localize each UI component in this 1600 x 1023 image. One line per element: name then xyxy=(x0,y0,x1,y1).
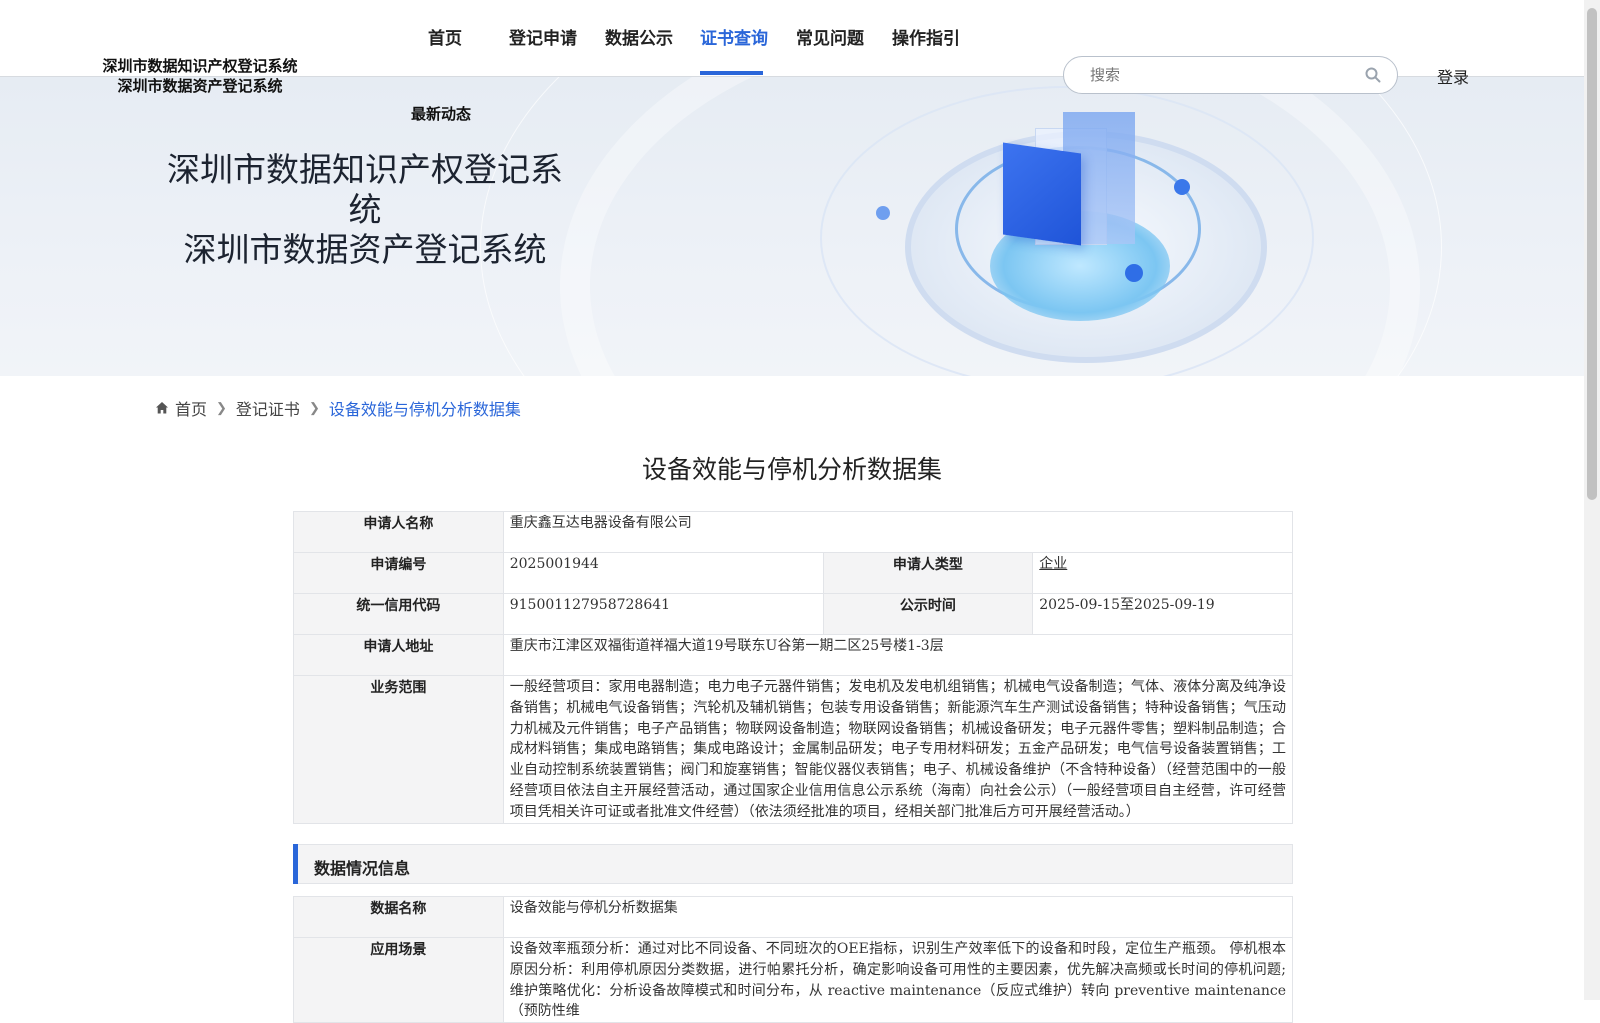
field-label: 应用场景 xyxy=(293,936,504,1023)
nav-data-publicity[interactable]: 数据公示 xyxy=(605,24,673,49)
breadcrumb-home[interactable]: 首页 xyxy=(175,396,207,420)
applicant-type-link[interactable]: 企业 xyxy=(1039,556,1067,572)
table-row: 统一信用代码 915001127958728641 公示时间 2025-09-1… xyxy=(293,593,1293,635)
table-row: 申请编号 2025001944 申请人类型 企业 xyxy=(293,552,1293,594)
nav-apply[interactable]: 登记申请 xyxy=(509,24,577,49)
nav-latest-news[interactable]: 最新动态 xyxy=(411,103,471,124)
applicant-type-value: 企业 xyxy=(1032,552,1293,594)
logo-line-1: 深圳市数据知识产权登记系统 xyxy=(102,57,298,75)
banner-document-front xyxy=(1003,142,1081,246)
nav-faq[interactable]: 常见问题 xyxy=(796,24,864,49)
notice-period-value: 2025-09-15至2025-09-19 xyxy=(1032,593,1293,635)
banner-title: 深圳市数据知识产权登记系统 深圳市数据资产登记系统 xyxy=(155,150,575,270)
search-input[interactable] xyxy=(1088,65,1352,85)
hero-banner: 深圳市数据知识产权登记系统 深圳市数据资产登记系统 xyxy=(0,76,1584,376)
login-link[interactable]: 登录 xyxy=(1437,64,1469,88)
scrollbar-thumb[interactable] xyxy=(1587,8,1597,500)
table-row: 申请人名称 重庆鑫互达电器设备有限公司 xyxy=(293,511,1294,553)
field-label: 申请人名称 xyxy=(293,511,504,553)
field-label: 申请人地址 xyxy=(293,634,504,676)
banner-orb-right xyxy=(1174,179,1190,195)
banner-title-line-2: 深圳市数据资产登记系统 xyxy=(183,230,547,269)
breadcrumb: 首页 ❯ 登记证书 ❯ 设备效能与停机分析数据集 xyxy=(155,396,521,420)
logo-line-2: 深圳市数据资产登记系统 xyxy=(117,77,283,95)
chevron-right-icon: ❯ xyxy=(216,400,227,416)
data-info-table: 数据名称 设备效能与停机分析数据集 应用场景 设备效率瓶颈分析：通过对比不同设备… xyxy=(293,896,1294,1023)
applicant-info-table: 申请人名称 重庆鑫互达电器设备有限公司 申请编号 2025001944 申请人类… xyxy=(293,511,1294,824)
credit-code-value: 915001127958728641 xyxy=(502,593,824,635)
active-nav-indicator xyxy=(700,71,763,75)
field-label: 申请编号 xyxy=(293,552,504,594)
banner-orb-left xyxy=(876,206,890,220)
data-info-section-header: 数据情况信息 xyxy=(293,844,1293,884)
chevron-right-icon: ❯ xyxy=(308,400,320,416)
field-label: 数据名称 xyxy=(293,896,504,938)
page-scrollbar[interactable] xyxy=(1584,0,1600,1000)
site-logo[interactable]: 深圳市数据知识产权登记系统 深圳市数据资产登记系统 xyxy=(90,56,310,96)
field-label: 公示时间 xyxy=(822,593,1034,635)
applicant-name-value: 重庆鑫互达电器设备有限公司 xyxy=(502,511,1294,553)
search-box[interactable] xyxy=(1063,56,1398,94)
business-scope-value: 一般经营项目：家用电器制造；电力电子元器件销售；发电机及发电机组销售；机械电气设… xyxy=(502,675,1294,824)
section-title: 数据情况信息 xyxy=(314,859,411,878)
search-icon[interactable] xyxy=(1365,67,1381,83)
field-label: 申请人类型 xyxy=(822,552,1034,594)
applicant-address-value: 重庆市江津区双福街道祥福大道19号联东U谷第一期二区25号楼1-3层 xyxy=(502,634,1294,676)
table-row: 业务范围 一般经营项目：家用电器制造；电力电子元器件销售；发电机及发电机组销售；… xyxy=(293,675,1294,824)
top-header: 深圳市数据知识产权登记系统 深圳市数据资产登记系统 首页 登记申请 数据公示 证… xyxy=(0,0,1584,95)
banner-orb-bottom xyxy=(1125,264,1143,282)
section-accent-bar xyxy=(293,844,298,884)
nav-certificate-query[interactable]: 证书查询 xyxy=(700,24,768,49)
data-name-value: 设备效能与停机分析数据集 xyxy=(502,896,1294,938)
nav-home[interactable]: 首页 xyxy=(428,24,462,49)
table-row: 应用场景 设备效率瓶颈分析：通过对比不同设备、不同班次的OEE指标，识别生产效率… xyxy=(293,936,1294,1023)
page-title: 设备效能与停机分析数据集 xyxy=(641,455,942,484)
breadcrumb-certificates[interactable]: 登记证书 xyxy=(236,396,300,420)
table-row: 申请人地址 重庆市江津区双福街道祥福大道19号联东U谷第一期二区25号楼1-3层 xyxy=(293,634,1294,676)
home-icon xyxy=(156,402,168,414)
application-code-value: 2025001944 xyxy=(502,552,824,594)
table-row: 数据名称 设备效能与停机分析数据集 xyxy=(293,896,1294,938)
field-label: 统一信用代码 xyxy=(293,593,504,635)
application-scene-value: 设备效率瓶颈分析：通过对比不同设备、不同班次的OEE指标，识别生产效率低下的设备… xyxy=(502,936,1294,1023)
field-label: 业务范围 xyxy=(293,675,504,824)
nav-guide[interactable]: 操作指引 xyxy=(892,24,960,49)
breadcrumb-current: 设备效能与停机分析数据集 xyxy=(328,400,521,419)
banner-title-line-1: 深圳市数据知识产权登记系统 xyxy=(167,150,563,229)
